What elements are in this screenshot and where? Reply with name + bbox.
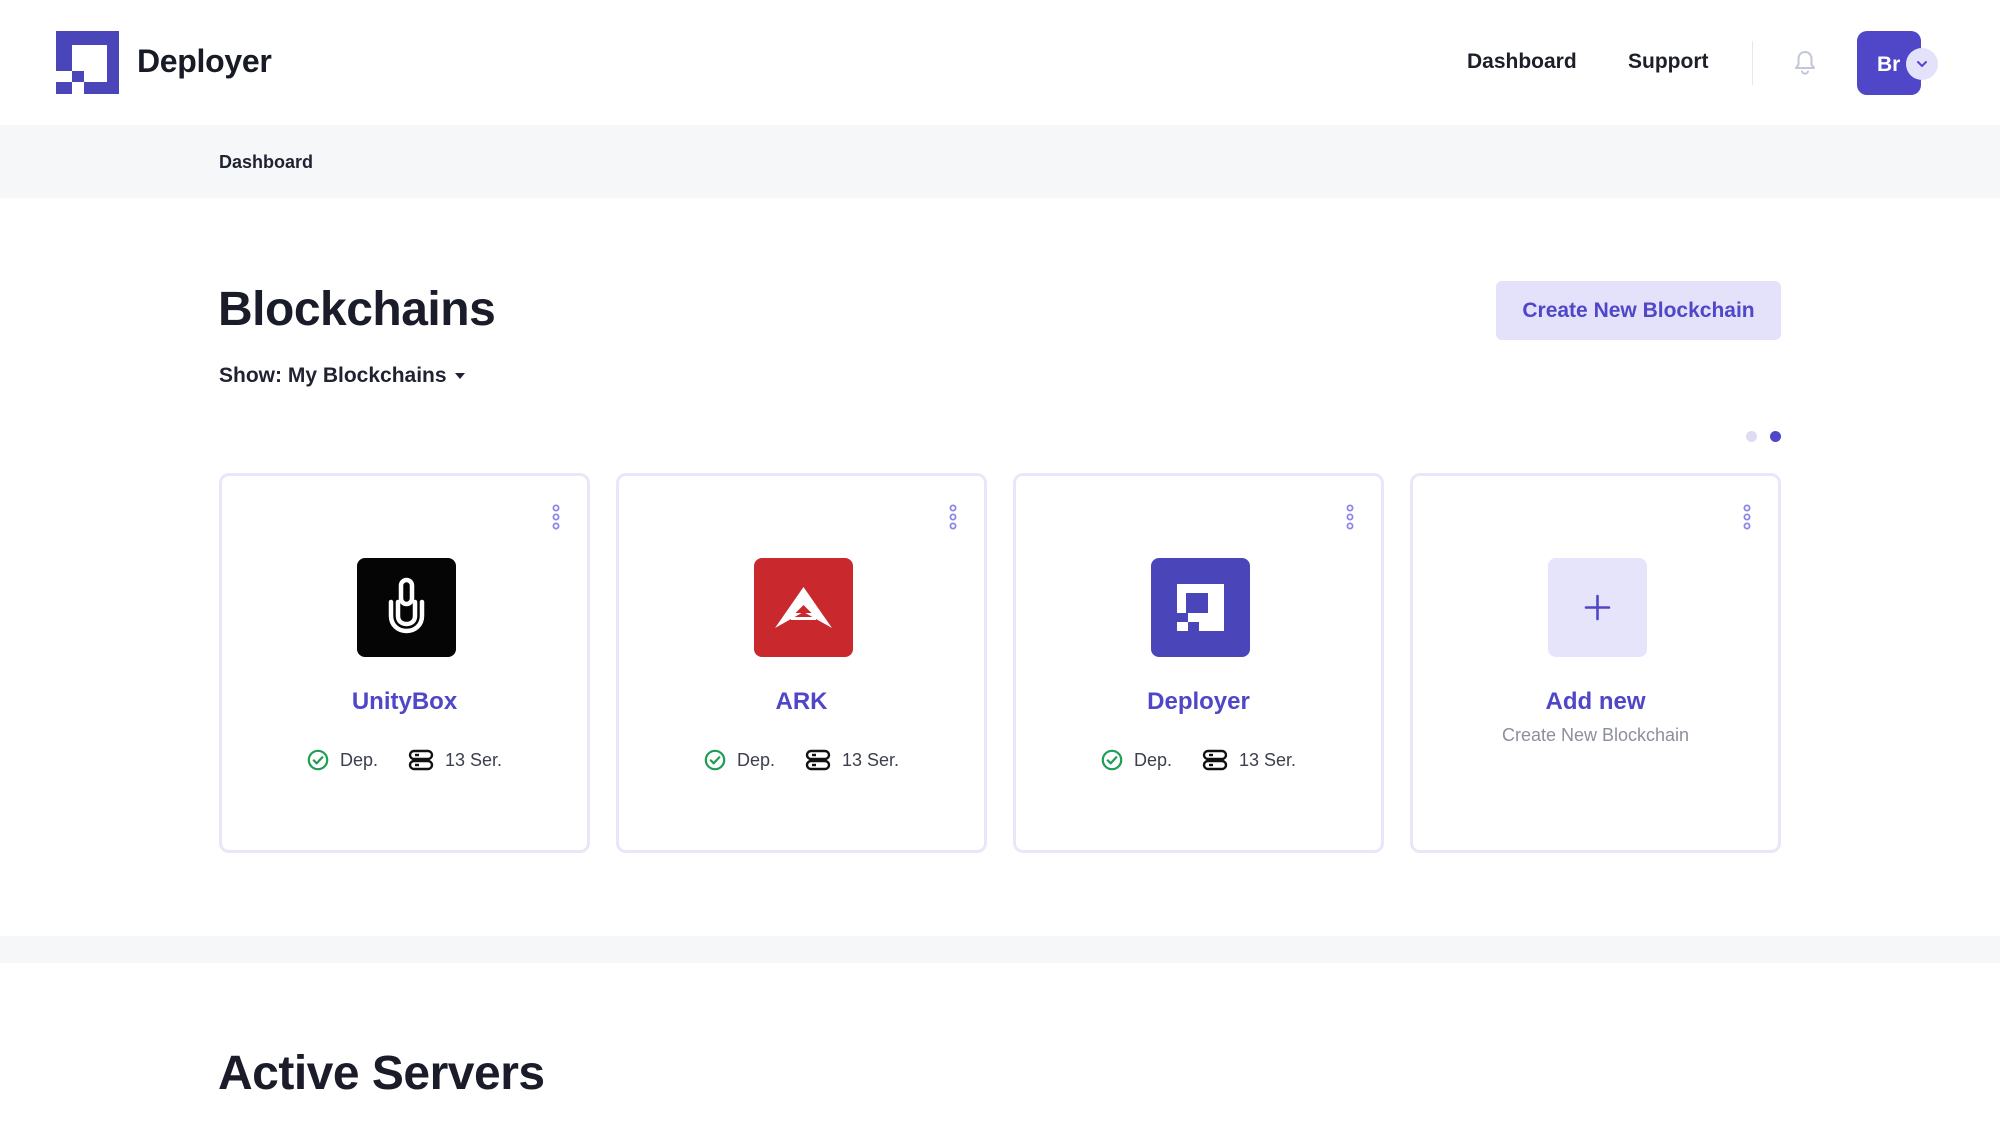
nav-dashboard-link[interactable]: Dashboard (1467, 50, 1577, 74)
server-count: 13 Ser. (1202, 749, 1296, 771)
server-icon (805, 749, 831, 771)
blockchain-stats: Dep. 13 Ser. (222, 747, 587, 773)
plus-icon (1584, 594, 1611, 621)
add-new-blockchain-card[interactable]: Add new Create New Blockchain (1410, 473, 1781, 853)
more-options-icon[interactable] (948, 504, 958, 530)
check-circle-icon (704, 749, 726, 771)
add-new-tile[interactable] (1548, 558, 1647, 657)
add-new-subtitle: Create New Blockchain (1501, 725, 1690, 745)
deployed-status: Dep. (1101, 749, 1172, 771)
blockchain-name[interactable]: UnityBox (222, 688, 587, 716)
nav-support-link[interactable]: Support (1628, 50, 1708, 74)
blockchain-card-ark[interactable]: ARK Dep. 13 Ser. (616, 473, 987, 853)
ark-logo (754, 558, 853, 657)
server-count-label: 13 Ser. (1238, 749, 1297, 770)
deployed-status: Dep. (704, 749, 775, 771)
blockchain-name[interactable]: Deployer (1016, 688, 1381, 716)
create-new-blockchain-button[interactable]: Create New Blockchain (1496, 281, 1781, 340)
unitybox-icon (388, 577, 425, 634)
status-label: Dep. (1133, 749, 1172, 770)
check-circle-icon (1101, 749, 1123, 771)
show-filter-dropdown[interactable]: Show: My Blockchains (219, 364, 465, 388)
deployer-logo-icon[interactable] (56, 31, 119, 94)
check-circle-icon (307, 749, 329, 771)
page-title: Blockchains (218, 283, 496, 336)
pagination-dot-1[interactable] (1746, 431, 1757, 442)
server-count-label: 13 Ser. (444, 749, 503, 770)
blockchain-card-deployer[interactable]: Deployer Dep. 13 Ser. (1013, 473, 1384, 853)
more-options-icon[interactable] (551, 504, 561, 530)
add-new-title[interactable]: Add new (1413, 688, 1778, 716)
pagination-dot-2-active[interactable] (1770, 431, 1781, 442)
brand-name[interactable]: Deployer (137, 43, 272, 80)
server-count: 13 Ser. (805, 749, 899, 771)
status-label: Dep. (736, 749, 775, 770)
blockchain-stats: Dep. 13 Ser. (619, 747, 984, 773)
top-header: Deployer Dashboard Support Br (0, 0, 2000, 125)
active-servers-title: Active Servers (218, 1047, 545, 1100)
avatar-dropdown-toggle[interactable] (1906, 48, 1938, 80)
deployer-logo (1151, 558, 1250, 657)
status-label: Dep. (339, 749, 378, 770)
blockchain-card-unitybox[interactable]: UnityBox Dep. 13 Ser. (219, 473, 590, 853)
unitybox-logo (357, 558, 456, 657)
bell-icon[interactable] (1793, 50, 1817, 76)
show-filter-label: Show: My Blockchains (219, 364, 447, 387)
caret-down-icon (454, 373, 465, 380)
deployer-icon (1177, 584, 1224, 631)
server-icon (1202, 749, 1228, 771)
nav-divider (1752, 41, 1753, 85)
server-count: 13 Ser. (408, 749, 502, 771)
deployed-status: Dep. (307, 749, 378, 771)
more-options-icon[interactable] (1345, 504, 1355, 530)
more-options-icon[interactable] (1742, 504, 1752, 530)
blockchain-stats: Dep. 13 Ser. (1016, 747, 1381, 773)
section-divider (0, 936, 2000, 963)
server-count-label: 13 Ser. (841, 749, 900, 770)
avatar-initials: Br (1877, 53, 1901, 76)
breadcrumb-current[interactable]: Dashboard (219, 152, 313, 173)
chevron-down-icon (1917, 61, 1927, 67)
ark-icon (775, 587, 832, 628)
breadcrumb-bar: Dashboard (0, 125, 2000, 198)
server-icon (408, 749, 434, 771)
blockchain-name[interactable]: ARK (619, 688, 984, 716)
